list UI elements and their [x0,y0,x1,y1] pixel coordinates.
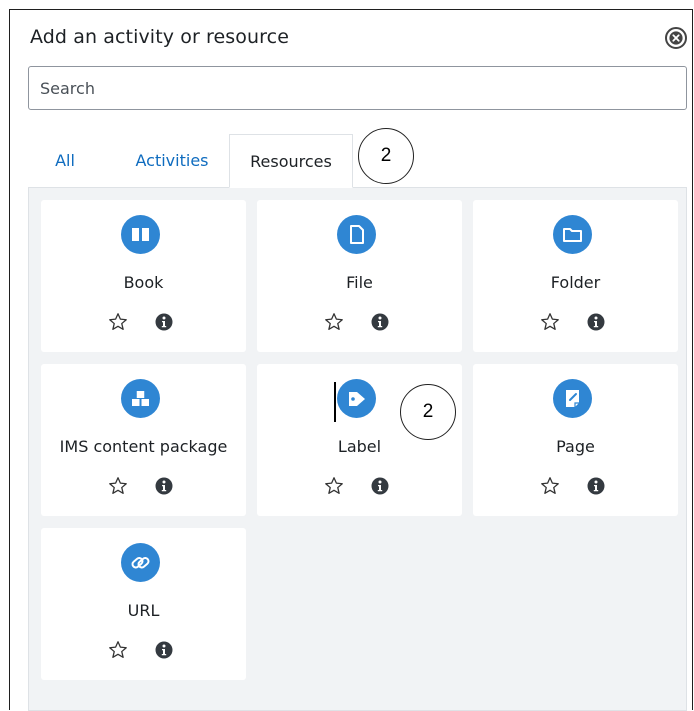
tab-all[interactable]: All [34,134,96,187]
star-icon[interactable] [323,475,345,497]
search-input[interactable] [29,67,686,109]
link-icon [121,543,160,582]
module-card-file[interactable]: File [257,200,462,352]
tab-activities[interactable]: Activities [118,134,226,187]
star-icon[interactable] [107,475,129,497]
star-icon[interactable] [107,639,129,661]
tag-icon [337,379,376,418]
info-icon[interactable] [155,641,173,659]
resources-panel: Book File Folder IMS content package Lab… [28,188,687,711]
module-card-book[interactable]: Book [41,200,246,352]
info-icon[interactable] [371,313,389,331]
text-cursor [334,382,336,422]
callout-label-card: 2 [400,384,456,440]
info-icon[interactable] [155,313,173,331]
module-label: Book [123,273,164,292]
info-icon[interactable] [587,477,605,495]
package-icon [121,379,160,418]
tab-resources[interactable]: Resources [229,134,353,188]
module-label: Label [337,437,382,456]
module-card-ims-content-package[interactable]: IMS content package [41,364,246,516]
dialog-title: Add an activity or resource [30,26,289,48]
star-icon[interactable] [323,311,345,333]
star-icon[interactable] [539,475,561,497]
book-icon [121,215,160,254]
module-card-url[interactable]: URL [41,528,246,680]
page-icon [553,379,592,418]
module-label: IMS content package [59,437,228,456]
module-card-folder[interactable]: Folder [473,200,678,352]
folder-icon [553,215,592,254]
search-field[interactable] [28,66,687,110]
info-icon[interactable] [155,477,173,495]
info-icon[interactable] [371,477,389,495]
add-activity-dialog: Add an activity or resource All Activiti… [9,9,693,711]
module-card-page[interactable]: Page [473,364,678,516]
file-icon [337,215,376,254]
module-label: Page [556,437,595,456]
module-label: Folder [550,273,601,292]
star-icon[interactable] [539,311,561,333]
module-label: File [346,273,373,292]
star-icon[interactable] [107,311,129,333]
info-icon[interactable] [587,313,605,331]
close-icon[interactable] [664,26,688,50]
callout-resources-tab: 2 [358,128,414,184]
module-label: URL [127,601,160,620]
